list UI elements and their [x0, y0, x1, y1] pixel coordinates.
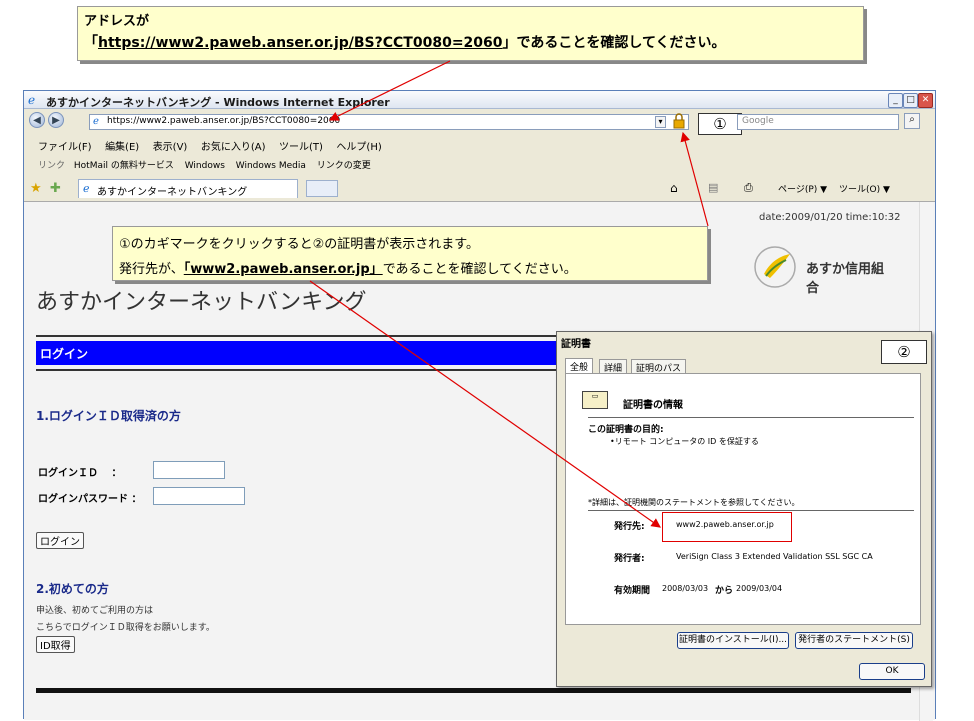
page-icon: ℯ [93, 116, 99, 127]
link-windows-media[interactable]: Windows Media [236, 161, 306, 171]
page-menu[interactable]: ページ(P) ▼ [778, 182, 827, 195]
menu-view[interactable]: 表示(V) [153, 142, 188, 153]
valid-from: 2008/03/03 [662, 584, 709, 593]
tools-menu[interactable]: ツール(O) ▼ [839, 182, 890, 195]
login-password-input[interactable] [153, 487, 245, 505]
ie-icon: ℯ [28, 93, 36, 107]
section2-title: 2.初めての方 [36, 582, 109, 596]
login-rule [36, 369, 566, 371]
logo-mark-icon [754, 246, 796, 288]
login-bar: ログイン [36, 341, 566, 365]
lock-icon[interactable] [672, 113, 686, 129]
add-favorites-icon[interactable]: ✚ [50, 181, 61, 196]
issued-by-label: 発行者: [614, 554, 645, 564]
issued-to-highlight [662, 512, 792, 542]
install-cert-button[interactable]: 証明書のインストール(I)... [677, 632, 789, 649]
callout-mid-url: 「www2.paweb.anser.or.jp」 [183, 262, 383, 277]
callout-line1: アドレスが [84, 14, 150, 29]
info-line2: こちらでログインＩＤ取得をお願いします。 [36, 623, 215, 633]
maximize-button[interactable]: □ [903, 93, 918, 108]
issued-by-value: VeriSign Class 3 Extended Validation SSL… [676, 552, 873, 561]
login-id-label: ログインＩＤ ： [38, 468, 122, 479]
validity-label: 有効期間 [614, 586, 651, 596]
login-button[interactable]: ログイン [36, 532, 84, 549]
home-icon[interactable]: ⌂ [670, 181, 678, 195]
links-bar: リンク HotMail の無料サービス Windows Windows Medi… [38, 158, 638, 172]
valid-to-word: から [715, 586, 734, 596]
address-bar[interactable]: ℯ https://www2.paweb.anser.or.jp/BS?CCT0… [89, 114, 689, 130]
get-id-button[interactable]: ID取得 [36, 636, 75, 653]
address-dropdown-icon[interactable]: ▾ [655, 116, 666, 128]
print-icon[interactable]: ⎙ [744, 181, 753, 195]
bank-name: あすか信用組合 [806, 262, 885, 296]
close-button[interactable]: ✕ [918, 93, 933, 108]
callout-mid-line1: ①のカギマークをクリックすると②の証明書が表示されます。 [119, 237, 480, 252]
title-bar: ℯ あすかインターネットバンキング - Windows Internet Exp… [24, 91, 935, 109]
cert-title: 証明書 [561, 339, 591, 350]
purpose-label: この証明書の目的: [588, 425, 664, 435]
new-tab-button[interactable] [306, 180, 338, 197]
issuer-statement-button[interactable]: 発行者のステートメント(S) [795, 632, 913, 649]
window-title: あすかインターネットバンキング - Windows Internet Explo… [46, 96, 390, 109]
minimize-button[interactable]: _ [888, 93, 903, 108]
search-input[interactable]: Google [737, 114, 899, 130]
cert-note: *詳細は、証明機関のステートメントを参照してください。 [588, 498, 800, 507]
callout-url: https://www2.paweb.anser.or.jp/BS?CCT008… [98, 35, 503, 51]
login-id-input[interactable] [153, 461, 225, 479]
menu-file[interactable]: ファイル(F) [38, 142, 92, 153]
links-label: リンク [38, 161, 66, 171]
menu-edit[interactable]: 編集(E) [105, 142, 139, 153]
login-password-label: ログインパスワード ： [38, 494, 142, 505]
forward-button[interactable]: ▶ [48, 112, 64, 128]
callout-mid-line2: 発行先が、「www2.paweb.anser.or.jp」であることを確認してく… [119, 262, 577, 277]
page-heading: あすかインターネットバンキング [36, 290, 367, 315]
menu-tools[interactable]: ツール(T) [279, 142, 323, 153]
cert-info-title: 証明書の情報 [623, 400, 683, 411]
bank-logo: あすか信用組合 [752, 240, 892, 300]
menu-favorites[interactable]: お気に入り(A) [201, 142, 266, 153]
marker-2: ② [881, 340, 927, 364]
feeds-icon[interactable]: ▤ [708, 181, 718, 194]
valid-to: 2009/03/04 [736, 584, 783, 593]
tab-icon: ℯ [83, 182, 90, 195]
cert-note-rule [588, 510, 914, 511]
favorites-star-icon[interactable]: ★ [30, 181, 42, 196]
issued-to-label: 発行先: [614, 522, 645, 532]
purpose-item: •リモート コンピュータの ID を保証する [610, 437, 759, 446]
tab-asuka[interactable]: ℯ あすかインターネットバンキング [78, 179, 298, 198]
callout-line2: 「https://www2.paweb.anser.or.jp/BS?CCT00… [84, 35, 726, 51]
ok-button[interactable]: OK [859, 663, 925, 680]
cert-info-rule [588, 417, 914, 418]
certificate-dialog: 証明書 ② 全般 詳細 証明のパス ▭ 証明書の情報 この証明書の目的: •リモ… [556, 331, 932, 687]
search-icon[interactable]: ⌕ [904, 113, 920, 129]
heading-rule [36, 335, 566, 337]
menu-bar: ファイル(F) 編集(E) 表示(V) お気に入り(A) ツール(T) ヘルプ(… [38, 138, 638, 153]
back-button[interactable]: ◀ [29, 112, 45, 128]
link-windows[interactable]: Windows [185, 161, 225, 171]
section1-title: 1.ログインＩＤ取得済の方 [36, 409, 181, 423]
cert-panel: ▭ 証明書の情報 この証明書の目的: •リモート コンピュータの ID を保証す… [565, 373, 921, 625]
link-customize[interactable]: リンクの変更 [317, 161, 371, 171]
tab-general[interactable]: 全般 [565, 358, 594, 374]
info-line1: 申込後、初めてご利用の方は [36, 606, 154, 616]
address-text: https://www2.paweb.anser.or.jp/BS?CCT008… [107, 116, 341, 126]
address-callout: アドレスが 「https://www2.paweb.anser.or.jp/BS… [77, 6, 864, 61]
date-time: date:2009/01/20 time:10:32 [759, 212, 901, 223]
marker-1: ① [698, 113, 742, 135]
bottom-rule [36, 688, 911, 693]
link-hotmail[interactable]: HotMail の無料サービス [74, 161, 174, 171]
menu-help[interactable]: ヘルプ(H) [336, 142, 381, 153]
lock-callout: ①のカギマークをクリックすると②の証明書が表示されます。 発行先が、「www2.… [112, 226, 708, 281]
cert-icon: ▭ [582, 391, 608, 409]
